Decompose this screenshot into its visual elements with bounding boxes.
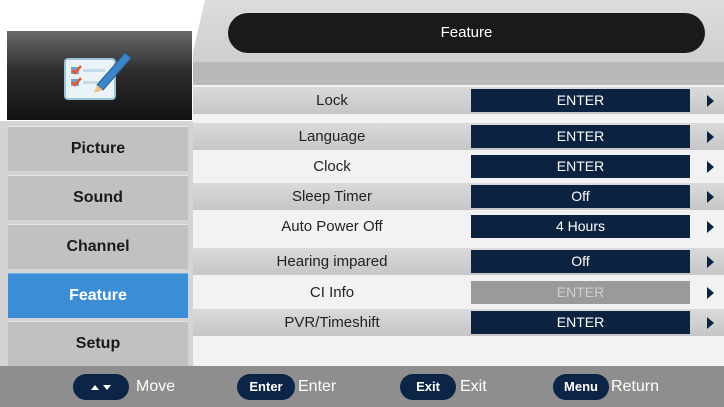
menu-row-pvr-timeshift[interactable]: PVR/Timeshift ENTER (193, 309, 724, 336)
sidebar-item-sound[interactable]: Sound (8, 175, 188, 220)
sidebar-item-label: Picture (70, 140, 126, 157)
header-notch (193, 0, 205, 52)
menu-row-value[interactable]: ENTER (471, 155, 690, 178)
sidebar-item-label: Setup (75, 335, 121, 352)
return-hint-label: Return (611, 378, 660, 395)
enter-key-button[interactable]: Enter (237, 374, 295, 400)
menu-row-label: Hearing impared (276, 253, 388, 270)
sidebar-item-channel[interactable]: Channel (8, 224, 188, 269)
menu-row-value[interactable]: ENTER (471, 89, 690, 112)
exit-key-button[interactable]: Exit (400, 374, 456, 400)
arrow-right-icon (707, 95, 714, 107)
feature-checklist-icon (64, 52, 132, 100)
move-key-button[interactable] (73, 374, 129, 400)
arrow-right-icon (707, 287, 714, 299)
menu-row-value: ENTER (471, 281, 690, 304)
exit-hint-label: Exit (460, 378, 487, 395)
category-icon-panel (7, 31, 192, 120)
menu-row-label: Sleep Timer (291, 188, 373, 205)
menu-row-value[interactable]: ENTER (471, 311, 690, 334)
footer-hint-bar: Move Enter Enter Exit Exit Menu Return (0, 366, 724, 407)
up-down-arrows-icon (91, 379, 111, 394)
arrow-right-icon (707, 161, 714, 173)
enter-hint-label: Enter (298, 378, 337, 395)
menu-row-sleep-timer[interactable]: Sleep Timer Off (193, 183, 724, 210)
sidebar-item-label: Channel (66, 238, 130, 255)
move-hint-label: Move (136, 378, 176, 395)
menu-row-auto-power-off[interactable]: Auto Power Off 4 Hours (193, 213, 724, 240)
menu-row-language[interactable]: Language ENTER (193, 123, 724, 150)
sidebar-item-label: Feature (69, 287, 127, 304)
menu-row-lock[interactable]: Lock ENTER (193, 87, 724, 114)
menu-row-label: Language (298, 128, 366, 145)
sidebar-item-feature[interactable]: Feature (8, 273, 188, 318)
sidebar-item-label: Sound (73, 189, 123, 206)
arrow-right-icon (707, 317, 714, 329)
sidebar-item-picture[interactable]: Picture (8, 126, 188, 171)
arrow-right-icon (707, 221, 714, 233)
menu-row-value[interactable]: ENTER (471, 125, 690, 148)
menu-key-button[interactable]: Menu (553, 374, 609, 400)
sidebar-item-setup[interactable]: Setup (8, 321, 188, 366)
sidebar: Picture Sound Channel Feature Setup (0, 121, 193, 366)
menu-row-value[interactable]: Off (471, 185, 690, 208)
page-title: Feature (228, 13, 705, 53)
menu-row-value[interactable]: 4 Hours (471, 215, 690, 238)
menu-row-label: Clock (313, 158, 351, 175)
content-header-band (193, 62, 724, 85)
menu-row-clock[interactable]: Clock ENTER (193, 153, 724, 180)
arrow-right-icon (707, 256, 714, 268)
arrow-right-icon (707, 131, 714, 143)
menu-row-label: PVR/Timeshift (284, 314, 380, 331)
menu-row-label: Lock (316, 92, 348, 109)
menu-row-value[interactable]: Off (471, 250, 690, 273)
arrow-right-icon (707, 191, 714, 203)
menu-row-ci-info[interactable]: CI Info ENTER (193, 279, 724, 306)
menu-row-label: Auto Power Off (281, 218, 383, 235)
menu-row-label: CI Info (309, 284, 355, 301)
menu-row-hearing-impaired[interactable]: Hearing impared Off (193, 248, 724, 275)
